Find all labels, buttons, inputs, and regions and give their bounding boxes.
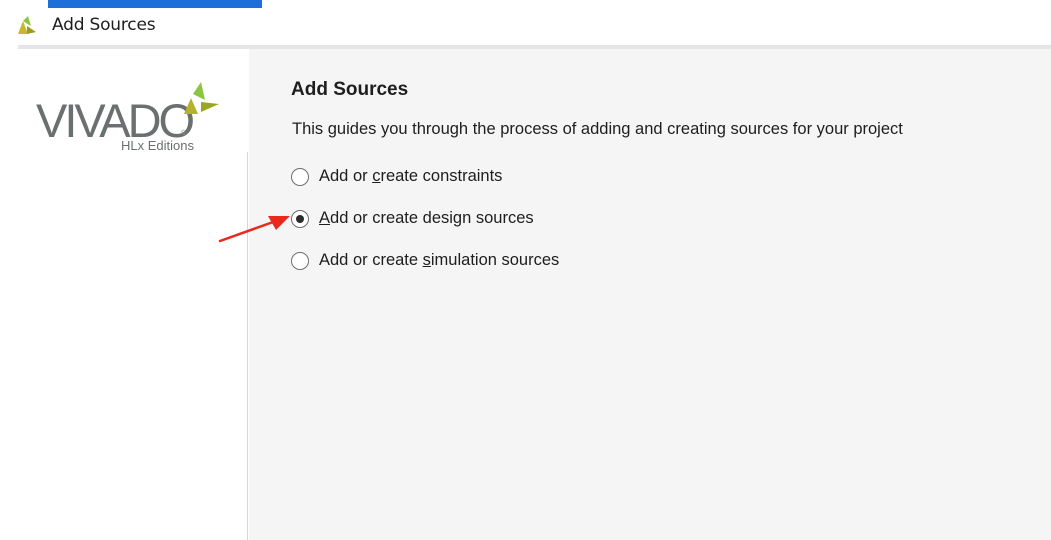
vivado-logo-icon: [18, 16, 36, 34]
window-title: Add Sources: [52, 15, 156, 35]
vivado-mark-icon: [184, 82, 219, 114]
logo-edition: HLx Editions: [121, 138, 194, 153]
red-arrow-icon: [218, 216, 290, 243]
option-simulation-sources[interactable]: Add or create simulation sources: [291, 251, 559, 270]
title-bar: Add Sources: [0, 8, 1051, 42]
page-description: This guides you through the process of a…: [292, 120, 903, 138]
option-constraints[interactable]: Add or create constraints: [291, 167, 502, 186]
option-simulation-sources-label: Add or create simulation sources: [319, 251, 560, 269]
option-constraints-label: Add or create constraints: [319, 167, 503, 185]
option-design-sources-label: Add or create design sources: [319, 209, 534, 227]
option-design-sources[interactable]: Add or create design sources: [291, 209, 534, 228]
radio-simulation-sources[interactable]: [291, 251, 309, 270]
page-title: Add Sources: [291, 79, 409, 100]
title-accent-bar: [48, 0, 262, 8]
logo-wordmark: VIVADO: [36, 94, 195, 147]
main-panel: Add Sources This guides you through the …: [249, 49, 1051, 540]
radio-constraints[interactable]: [291, 167, 309, 186]
logo-registered-mark: ®: [181, 130, 187, 137]
